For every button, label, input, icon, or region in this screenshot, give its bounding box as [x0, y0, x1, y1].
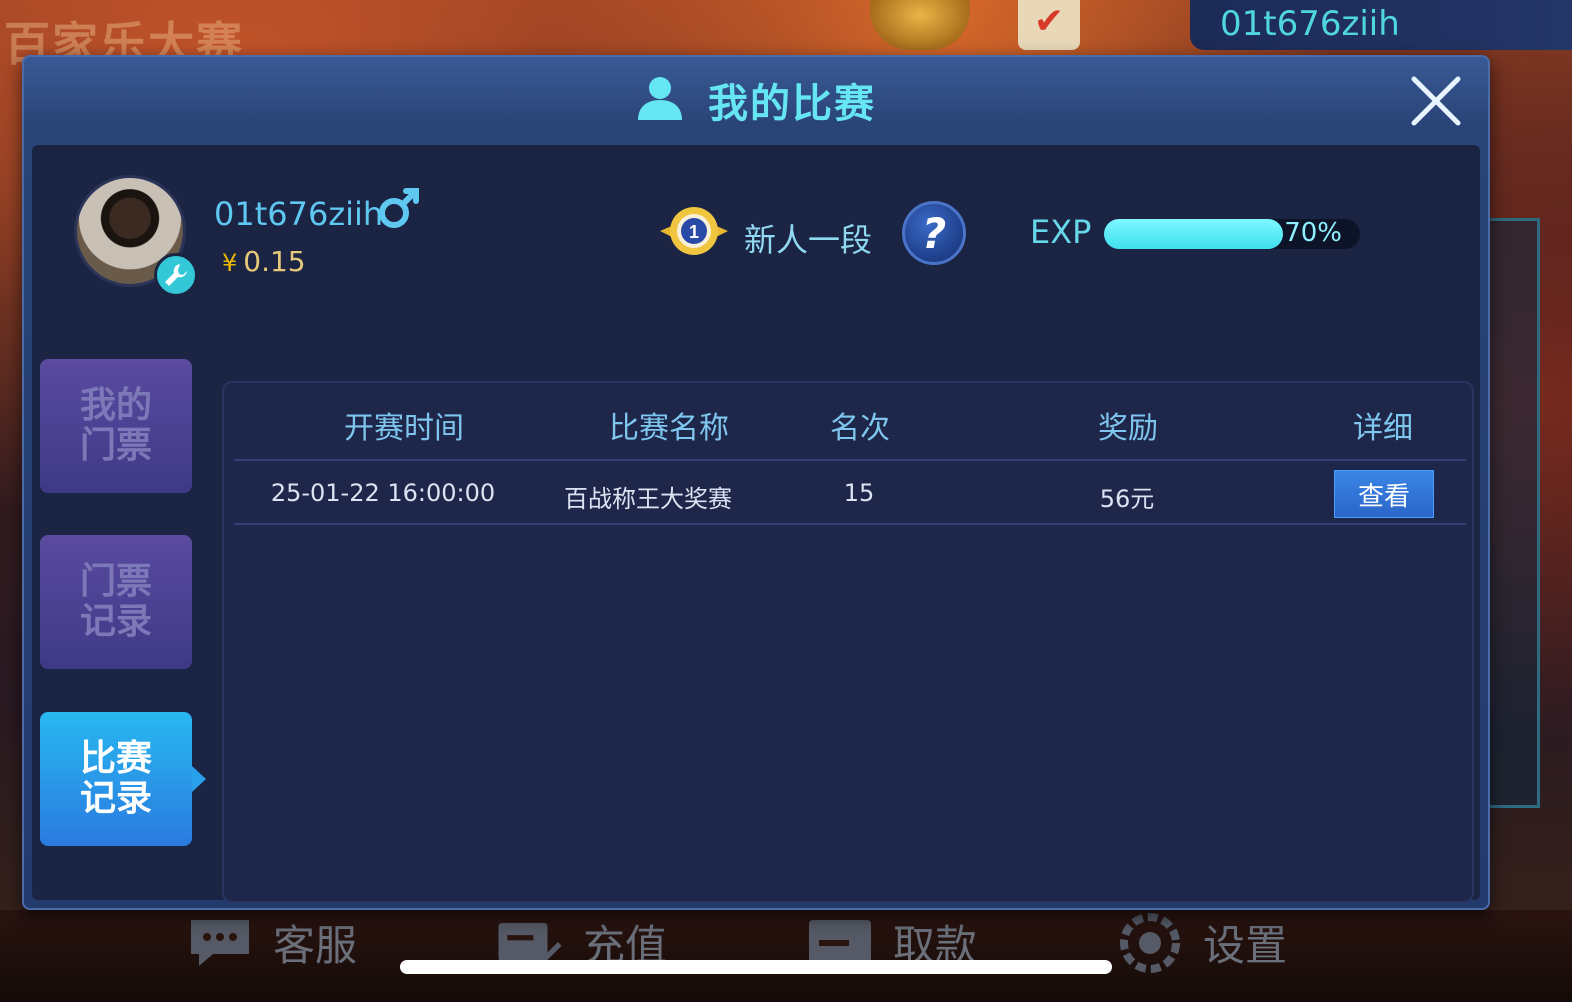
- chat-icon: [185, 913, 255, 973]
- dialog-body: 01t676ziih ¥0.15 1 新人一段 ? EXP 70% 我的门票 门…: [32, 145, 1480, 903]
- wrench-icon: [154, 253, 198, 297]
- column-header-reward: 奖励: [1098, 411, 1158, 446]
- row-divider: [234, 523, 1466, 525]
- dialog-title: 我的比赛: [708, 81, 876, 127]
- column-header-details: 详细: [1353, 411, 1413, 446]
- profile-username: 01t676ziih: [214, 195, 384, 233]
- rank-medal-icon: 1: [658, 197, 730, 269]
- tab-my-tickets[interactable]: 我的门票: [40, 359, 192, 493]
- gear-icon: [1115, 912, 1185, 973]
- balance-value: 0.15: [243, 245, 306, 278]
- avatar[interactable]: [74, 175, 198, 297]
- column-header-rank: 名次: [830, 411, 890, 446]
- tab-label: 我的门票: [79, 385, 152, 466]
- user-icon: [636, 74, 684, 126]
- close-button[interactable]: [1408, 73, 1464, 129]
- lobby-username: 01t676ziih: [1190, 0, 1572, 50]
- bottom-nav-label: 设置: [1203, 921, 1288, 970]
- lobby-side-panel: [1490, 218, 1540, 808]
- cell-reward: 56元: [1099, 485, 1155, 513]
- dialog-header: 我的比赛: [22, 55, 1490, 145]
- exp-label: EXP: [1030, 213, 1092, 251]
- rank-level-number: 1: [689, 222, 699, 242]
- exp-progress-bar: 70%: [1104, 218, 1360, 249]
- tab-label: 门票记录: [79, 561, 152, 642]
- exp-percent: 70%: [1284, 218, 1342, 248]
- exp-progress-fill: [1104, 219, 1284, 249]
- cell-match-name: 百战称王大奖赛: [564, 485, 732, 513]
- home-indicator[interactable]: [400, 960, 1112, 974]
- view-details-button[interactable]: 查看: [1334, 470, 1434, 518]
- checklist-icon: ✔: [1018, 0, 1080, 50]
- tab-match-records[interactable]: 比赛记录: [40, 712, 206, 846]
- rank-name: 新人一段: [744, 221, 873, 259]
- cell-start-time: 25-01-22 16:00:00: [270, 479, 496, 507]
- bottom-nav-service[interactable]: 客服: [185, 912, 357, 973]
- match-records-table: 开赛时间 比赛名称 名次 奖励 详细 25-01-22 16:00:00 百战称…: [222, 381, 1474, 903]
- column-header-start-time: 开赛时间: [344, 411, 464, 446]
- bottom-nav-label: 客服: [273, 921, 358, 970]
- close-icon: [1411, 76, 1461, 126]
- my-matches-dialog: 我的比赛 01t676ziih ¥0.15 1 新人一段 ? EXP 70% 我…: [22, 55, 1490, 910]
- column-header-match-name: 比赛名称: [609, 411, 729, 446]
- tab-label: 比赛记录: [79, 738, 152, 819]
- currency-symbol: ¥: [222, 249, 238, 277]
- profile-balance: ¥0.15: [222, 245, 306, 278]
- header-divider: [234, 459, 1466, 461]
- help-button[interactable]: ?: [902, 201, 966, 265]
- tab-ticket-records[interactable]: 门票记录: [40, 535, 192, 669]
- table-header-row: 开赛时间 比赛名称 名次 奖励 详细: [224, 383, 1472, 461]
- male-gender-icon: [376, 185, 422, 235]
- cell-rank: 15: [843, 479, 875, 507]
- bottom-nav-settings[interactable]: 设置: [1115, 912, 1287, 973]
